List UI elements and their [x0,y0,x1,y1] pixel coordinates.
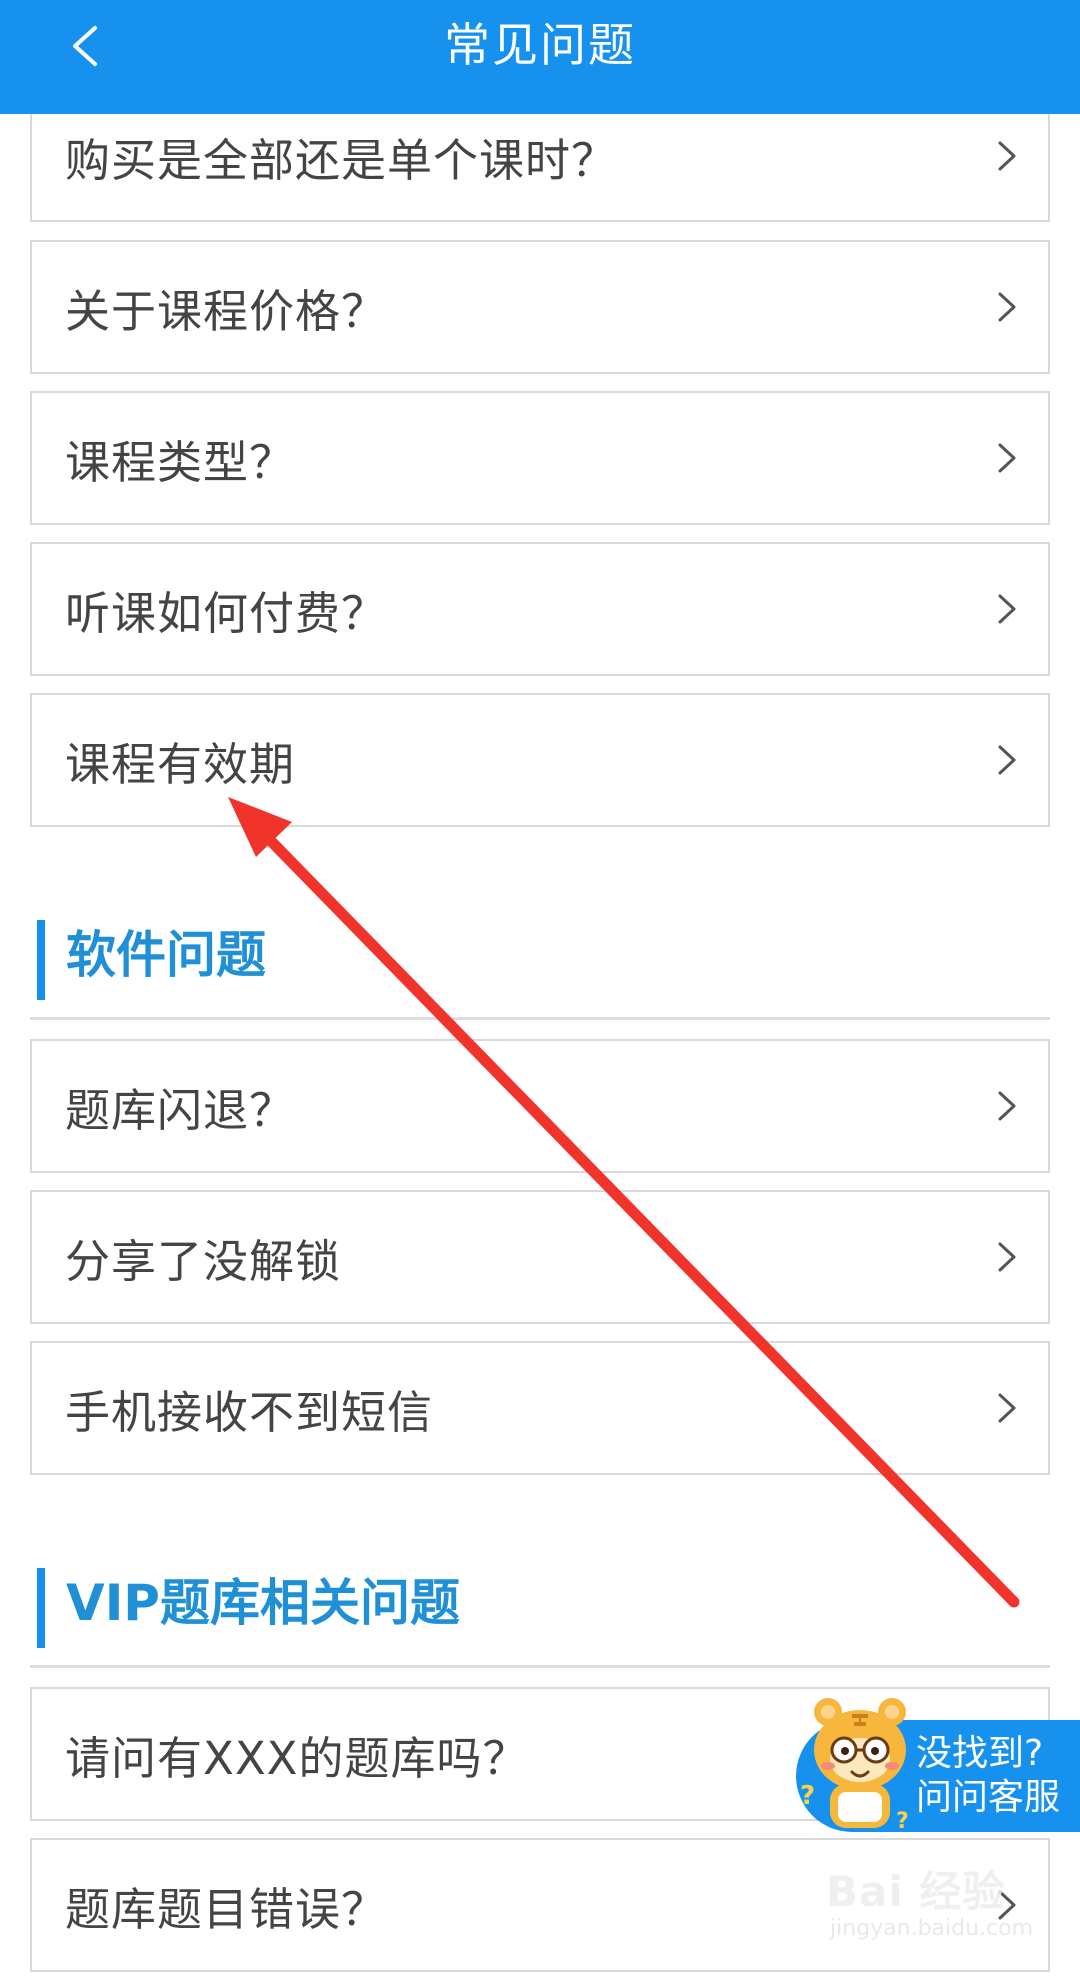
faq-item-payment[interactable]: 听课如何付费？ [30,542,1050,676]
watermark-sub-text: jingyan.baidu.com [830,1916,1034,1941]
chevron-right-icon [998,594,1016,624]
section-divider [30,1665,1050,1668]
chevron-right-icon [998,1091,1016,1121]
app-header: 常见问题 [0,0,1080,114]
section-header-software: 软件问题 [30,890,1050,1020]
faq-item-share-unlock[interactable]: 分享了没解锁 [30,1190,1050,1324]
faq-item-label: 手机接收不到短信 [65,1385,434,1439]
section-accent-bar [37,1568,45,1648]
faq-item-sms[interactable]: 手机接收不到短信 [30,1341,1050,1475]
faq-item-label: 请问有XXX的题库吗？ [65,1731,529,1785]
customer-service-line1: 没找到? [916,1733,1044,1774]
svg-text:?: ? [800,1781,815,1811]
page-title: 常见问题 [444,18,636,72]
faq-item-course-type[interactable]: 课程类型？ [30,391,1050,525]
customer-service-line2: 问问客服 [916,1777,1061,1818]
tiger-mascot-icon: ? ? [800,1698,909,1834]
faq-item-course-price[interactable]: 关于课程价格？ [30,240,1050,374]
faq-item-label: 分享了没解锁 [65,1234,342,1288]
chevron-right-icon [998,292,1016,322]
chevron-right-icon [998,141,1016,171]
faq-item-label: 课程类型？ [65,435,296,489]
faq-item-label: 购买是全部还是单个课时？ [65,133,618,187]
chevron-right-icon [998,443,1016,473]
faq-item-app-crash[interactable]: 题库闪退？ [30,1039,1050,1173]
baidu-jingyan-watermark: Bai 经验 jingyan.baidu.com [826,1858,1066,1968]
section-accent-bar [37,920,45,1000]
faq-item-label: 题库题目错误？ [65,1882,388,1936]
faq-item-label: 关于课程价格？ [65,284,388,338]
chevron-right-icon [998,1393,1016,1423]
faq-item-validity[interactable]: 课程有效期 [30,693,1050,827]
chevron-right-icon [998,1242,1016,1272]
section-title: VIP题库相关问题 [66,1574,460,1632]
section-header-vip: VIP题库相关问题 [30,1538,1050,1668]
customer-service-text: 没找到? 问问客服 [916,1732,1076,1820]
faq-page: 常见问题 购买是全部还是单个课时？ 关于课程价格？ 课程类型？ 听课如何付费？ … [0,0,1080,1980]
svg-text:?: ? [896,1809,909,1834]
watermark-main-text: Bai 经验 [826,1867,1006,1916]
chevron-right-icon [998,745,1016,775]
faq-item-label: 听课如何付费？ [65,586,388,640]
customer-service-button[interactable]: ? ? 没找到? 问问客服 [796,1692,1080,1834]
section-title: 软件问题 [66,926,266,984]
faq-item-label: 题库闪退？ [65,1083,296,1137]
faq-item-label: 课程有效期 [65,737,296,791]
section-divider [30,1017,1050,1020]
